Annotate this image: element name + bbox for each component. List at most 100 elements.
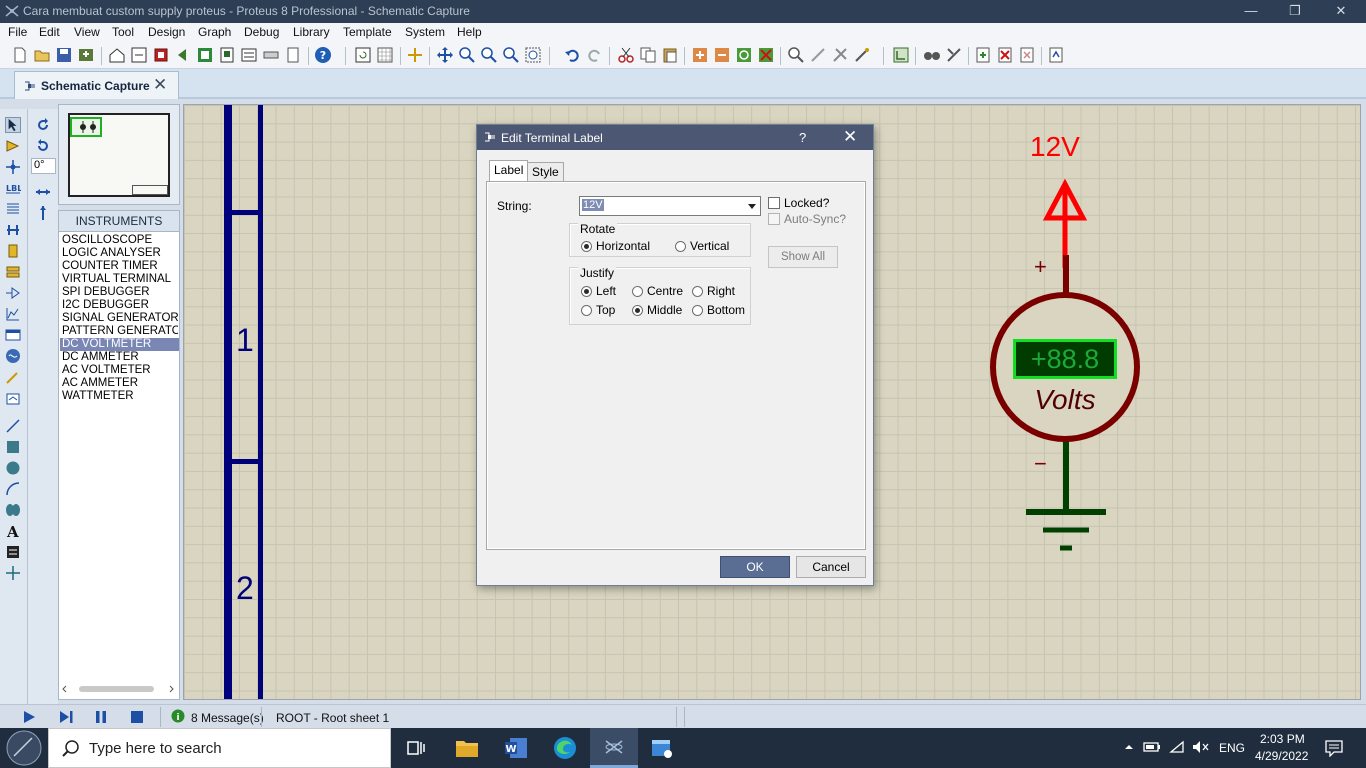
tab-label[interactable]: Label (489, 160, 529, 182)
paste-icon[interactable] (661, 46, 679, 64)
menu-graph[interactable]: Graph (198, 25, 231, 39)
wifi-icon[interactable] (1169, 739, 1187, 755)
list-item[interactable]: SIGNAL GENERATOR (62, 312, 178, 325)
pan-icon[interactable] (436, 46, 454, 64)
new-file-icon[interactable] (11, 46, 29, 64)
list-item[interactable]: OSCILLOSCOPE (62, 234, 178, 247)
clock-time[interactable]: 2:03 PM (1260, 732, 1305, 746)
list-item-selected[interactable]: DC VOLTMETER (60, 338, 179, 351)
grid-icon[interactable] (376, 46, 394, 64)
rotate-vertical-radio[interactable] (675, 241, 686, 252)
exit-parent-icon[interactable] (1018, 46, 1036, 64)
word-icon[interactable]: W (504, 737, 528, 759)
list-item[interactable]: LOGIC ANALYSER (62, 247, 178, 260)
pause-icon[interactable] (94, 710, 108, 724)
back-icon[interactable] (174, 46, 192, 64)
language-indicator[interactable]: ENG (1219, 741, 1245, 755)
justify-top-label[interactable]: Top (596, 303, 615, 317)
list-item[interactable]: SPI DEBUGGER (62, 286, 178, 299)
chevron-up-icon[interactable] (1124, 742, 1134, 752)
menu-library[interactable]: Library (293, 25, 330, 39)
list-item[interactable]: I2C DEBUGGER (62, 299, 178, 312)
gerber-icon[interactable] (218, 46, 236, 64)
list-item[interactable]: DC AMMETER (62, 351, 178, 364)
zoom-out-icon[interactable] (480, 46, 498, 64)
search-tag-icon[interactable] (923, 46, 941, 64)
tab-style[interactable]: Style (527, 162, 564, 182)
proteus-taskbar-button[interactable] (590, 728, 638, 768)
task-view-icon[interactable] (406, 738, 426, 758)
menu-tool[interactable]: Tool (112, 25, 134, 39)
graph-mode-icon[interactable] (5, 306, 21, 322)
property-tool-icon[interactable] (945, 46, 963, 64)
taskbar-search-box[interactable]: Type here to search (48, 728, 391, 768)
overview-window[interactable] (58, 104, 180, 205)
zoom-area-icon[interactable] (524, 46, 542, 64)
locked-checkbox[interactable] (768, 197, 780, 209)
design-explorer-icon[interactable] (240, 46, 258, 64)
mirror-horizontal-icon[interactable] (35, 184, 51, 200)
block-rotate-icon[interactable] (735, 46, 753, 64)
stop-icon[interactable] (130, 710, 144, 724)
zoom-in-icon[interactable] (458, 46, 476, 64)
import-icon[interactable] (77, 46, 95, 64)
battery-icon[interactable] (1143, 740, 1161, 754)
arc-tool-icon[interactable] (5, 481, 21, 497)
subcircuit-icon[interactable] (5, 243, 21, 259)
edge-browser-icon[interactable] (553, 736, 577, 760)
probe-mode-icon[interactable] (5, 369, 21, 385)
list-item[interactable]: AC VOLTMETER (62, 364, 178, 377)
justify-centre-radio[interactable] (632, 286, 643, 297)
cancel-button[interactable]: Cancel (796, 556, 866, 578)
minimize-button[interactable]: — (1228, 0, 1274, 23)
start-button-icon[interactable] (4, 729, 44, 767)
line-tool-icon[interactable] (5, 418, 21, 434)
marker-tool-icon[interactable] (5, 565, 21, 581)
step-icon[interactable] (58, 710, 74, 724)
rotate-vertical-label[interactable]: Vertical (690, 239, 729, 253)
component-mode-icon[interactable] (5, 138, 21, 154)
chevron-down-icon[interactable] (748, 204, 756, 209)
mirror-vertical-icon[interactable] (35, 205, 51, 221)
menu-edit[interactable]: Edit (39, 25, 60, 39)
horizontal-scrollbar[interactable] (62, 684, 176, 694)
delete-sheet-icon[interactable] (996, 46, 1014, 64)
justify-middle-radio[interactable] (632, 305, 643, 316)
home-icon[interactable] (108, 46, 126, 64)
ok-button[interactable]: OK (720, 556, 790, 578)
block-copy-icon[interactable] (691, 46, 709, 64)
path-tool-icon[interactable] (5, 502, 21, 518)
rotate-horizontal-label[interactable]: Horizontal (596, 239, 650, 253)
block-move-icon[interactable] (713, 46, 731, 64)
justify-middle-label[interactable]: Middle (647, 303, 682, 317)
justify-left-label[interactable]: Left (596, 284, 616, 298)
clock-date[interactable]: 4/29/2022 (1255, 749, 1308, 763)
open-folder-icon[interactable] (33, 46, 51, 64)
new-sheet-icon[interactable] (974, 46, 992, 64)
cut-icon[interactable] (617, 46, 635, 64)
zoom-all-icon[interactable] (502, 46, 520, 64)
pcb-icon[interactable] (152, 46, 170, 64)
script-icon[interactable] (262, 46, 280, 64)
justify-bottom-label[interactable]: Bottom (707, 303, 745, 317)
instruments-mode-icon[interactable] (5, 390, 21, 406)
rotation-angle-field[interactable]: 0° (31, 158, 56, 174)
dialog-close-button[interactable]: ✕ (843, 127, 857, 147)
file-explorer-icon[interactable] (455, 737, 479, 759)
origin-icon[interactable] (406, 46, 424, 64)
locked-label[interactable]: Locked? (784, 196, 829, 210)
list-item[interactable]: COUNTER TIMER (62, 260, 178, 273)
maximize-button[interactable]: ❐ (1272, 0, 1318, 23)
refresh-icon[interactable] (354, 46, 372, 64)
tab-close-icon[interactable]: ✕ (153, 75, 167, 95)
app-window-icon[interactable] (650, 736, 674, 760)
text-script-icon[interactable] (5, 201, 21, 217)
junction-dot-icon[interactable] (5, 159, 21, 175)
notifications-icon[interactable] (1325, 739, 1343, 757)
list-item[interactable]: VIRTUAL TERMINAL (62, 273, 178, 286)
block-delete-icon[interactable] (757, 46, 775, 64)
dc-voltmeter[interactable]: +88.8 Volts (990, 292, 1140, 442)
dialog-title-bar[interactable]: Edit Terminal Label ? ✕ (477, 125, 873, 150)
bill-of-materials-icon[interactable] (1047, 46, 1065, 64)
package-tool-icon[interactable] (831, 46, 849, 64)
